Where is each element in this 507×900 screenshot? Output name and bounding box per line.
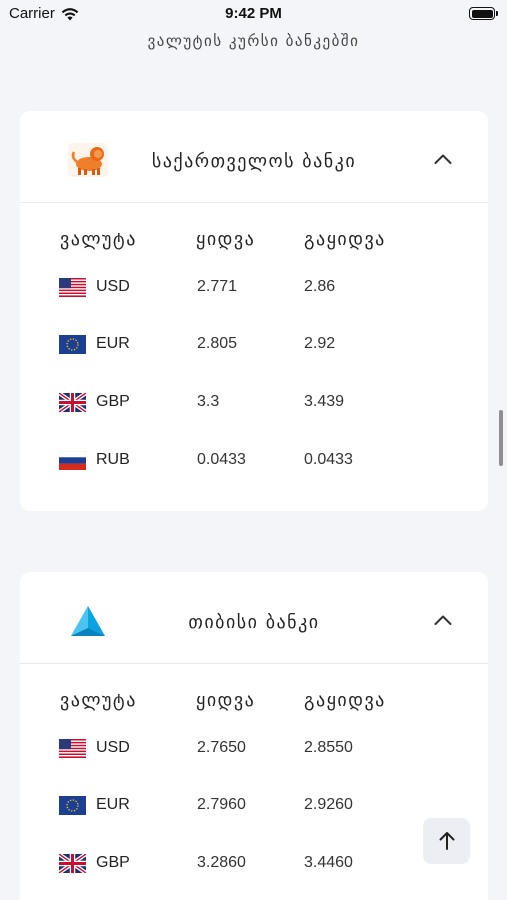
buy-rate: 3.2860 — [197, 854, 246, 871]
buy-rate: 2.805 — [197, 335, 238, 352]
rate-row: USD 2.771 2.86 — [20, 274, 488, 300]
clock: 9:42 PM — [225, 5, 282, 22]
column-sell: გაყიდვა — [304, 690, 386, 711]
column-currency: ვალუტა — [60, 229, 137, 250]
currency-code: GBP — [96, 393, 130, 410]
page-title: ვალუტის კურსი ბანკებში — [147, 32, 360, 50]
column-buy: ყიდვა — [196, 229, 256, 250]
sell-rate: 2.9260 — [304, 796, 353, 813]
currency-code: GBP — [96, 854, 130, 871]
scrollbar[interactable] — [499, 410, 503, 466]
eu-flag-icon — [59, 335, 86, 354]
currency-code: RUB — [96, 451, 130, 468]
rate-row: GBP 3.2860 3.4460 — [20, 850, 488, 876]
scroll-to-top-button[interactable] — [423, 818, 470, 864]
rate-row: EUR 2.805 2.92 — [20, 331, 488, 357]
triangle-logo-icon — [71, 606, 105, 636]
sell-rate: 2.92 — [304, 335, 336, 352]
bank-card-tbc: თიბისი ბანკი ვალუტა ყიდვა გაყიდვა USD 2.… — [20, 572, 488, 900]
us-flag-icon — [59, 278, 86, 297]
eu-flag-icon — [59, 796, 86, 815]
buy-rate: 2.7960 — [197, 796, 246, 813]
rate-row: EUR 2.7960 2.9260 — [20, 792, 488, 818]
sell-rate: 3.4460 — [304, 854, 353, 871]
column-sell: გაყიდვა — [304, 229, 386, 250]
bank-name: საქართველოს ბანკი — [151, 151, 357, 172]
currency-code: EUR — [96, 796, 130, 813]
rate-row: RUB 0.0433 0.0433 — [20, 447, 488, 473]
us-flag-icon — [59, 739, 86, 758]
currency-code: EUR — [96, 335, 130, 352]
ru-flag-icon — [59, 451, 86, 470]
bank-card-header[interactable]: თიბისი ბანკი — [20, 572, 488, 664]
buy-rate: 3.3 — [197, 393, 220, 410]
column-currency: ვალუტა — [60, 690, 137, 711]
bank-card-bog: საქართველოს ბანკი ვალუტა ყიდვა გაყიდვა U… — [20, 111, 488, 511]
rates-header: ვალუტა ყიდვა გაყიდვა — [20, 690, 488, 714]
status-bar: Carrier 9:42 PM — [0, 0, 507, 28]
rates-header: ვალუტა ყიდვა გაყიდვა — [20, 229, 488, 253]
currency-code: USD — [96, 739, 130, 756]
rate-row: GBP 3.3 3.439 — [20, 389, 488, 415]
uk-flag-icon — [59, 393, 86, 412]
sell-rate: 3.439 — [304, 393, 345, 410]
buy-rate: 2.7650 — [197, 739, 246, 756]
rate-row: USD 2.7650 2.8550 — [20, 735, 488, 761]
buy-rate: 0.0433 — [197, 451, 246, 468]
sell-rate: 2.86 — [304, 278, 336, 295]
sell-rate: 2.8550 — [304, 739, 353, 756]
chevron-up-icon[interactable] — [434, 614, 452, 626]
bank-card-header[interactable]: საქართველოს ბანკი — [20, 111, 488, 203]
chevron-up-icon[interactable] — [434, 153, 452, 165]
column-buy: ყიდვა — [196, 690, 256, 711]
lion-logo-icon — [68, 143, 108, 177]
uk-flag-icon — [59, 854, 86, 873]
arrow-up-icon — [439, 832, 454, 850]
battery-icon — [469, 7, 498, 20]
bank-name: თიბისი ბანკი — [188, 612, 320, 633]
currency-code: USD — [96, 278, 130, 295]
buy-rate: 2.771 — [197, 278, 238, 295]
sell-rate: 0.0433 — [304, 451, 353, 468]
